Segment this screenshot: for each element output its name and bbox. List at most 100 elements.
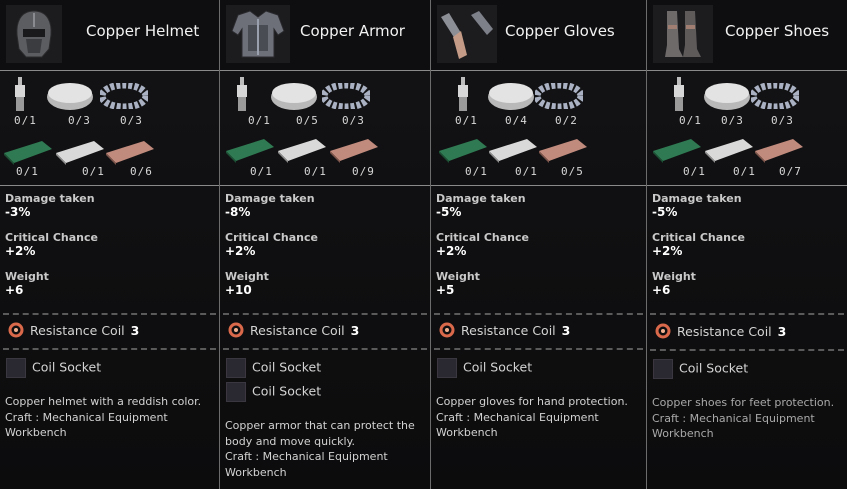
stat-label: Critical Chance xyxy=(225,231,318,244)
socket-slot[interactable] xyxy=(226,382,246,402)
stat-label: Critical Chance xyxy=(436,231,529,244)
material-count: 0/4 xyxy=(505,114,528,127)
stat-value: +2% xyxy=(5,244,36,258)
shoes-icon xyxy=(653,5,713,63)
stat-label: Damage taken xyxy=(436,192,526,205)
stats-list: Damage taken -5% Critical Chance +2% Wei… xyxy=(652,192,843,309)
socket-label: Coil Socket xyxy=(679,360,749,376)
coil-count: 3 xyxy=(350,323,360,338)
item-title: Copper Armor xyxy=(300,22,405,40)
craft-text: Craft : Mechanical Equipment Workbench xyxy=(225,450,388,479)
material-count: 0/1 xyxy=(248,114,271,127)
green-ingot-icon xyxy=(226,137,274,167)
material-count: 0/1 xyxy=(304,165,327,178)
stat-label: Critical Chance xyxy=(5,231,98,244)
coil-socket[interactable]: Coil Socket xyxy=(226,358,321,378)
material-count: 0/5 xyxy=(296,114,319,127)
craft-text: Craft : Mechanical Equipment Workbench xyxy=(652,411,815,441)
material-count: 0/1 xyxy=(14,114,37,127)
spark-plug-icon xyxy=(455,77,471,117)
description-text: Copper armor that can protect the body a… xyxy=(225,419,415,448)
spark-plug-icon xyxy=(234,77,250,117)
materials-panel: 0/1 0/3 0/3 0/1 0/1 0/7 xyxy=(647,71,847,186)
spark-plug-icon xyxy=(12,77,28,117)
divider xyxy=(650,313,844,315)
divider xyxy=(434,348,643,350)
stat-value: +5 xyxy=(436,283,455,297)
divider xyxy=(223,313,427,315)
socket-label: Coil Socket xyxy=(32,359,102,375)
stat-value: -3% xyxy=(5,205,31,219)
coil-socket[interactable]: Coil Socket xyxy=(226,382,321,402)
coil-label: Resistance Coil xyxy=(30,323,125,338)
resistance-coil-row: Resistance Coil 3 xyxy=(655,323,786,342)
socket-label: Coil Socket xyxy=(463,359,533,375)
socket-slot[interactable] xyxy=(437,358,457,378)
stat-label: Weight xyxy=(436,270,480,283)
stats-list: Damage taken -8% Critical Chance +2% Wei… xyxy=(225,192,426,309)
divider xyxy=(3,313,216,315)
description-text: Copper shoes for feet protection. xyxy=(652,396,835,409)
helmet-icon xyxy=(6,5,62,63)
material-count: 0/1 xyxy=(679,114,702,127)
silver-ingot-icon xyxy=(489,137,537,167)
resistance-coil-row: Resistance Coil 3 xyxy=(228,322,359,341)
coil-icon xyxy=(439,322,455,341)
material-count: 0/6 xyxy=(130,165,153,178)
material-count: 0/1 xyxy=(16,165,39,178)
material-count: 0/3 xyxy=(771,114,794,127)
materials-panel: 0/1 0/4 0/2 0/1 0/1 0/5 xyxy=(431,71,646,186)
stat-value: -8% xyxy=(225,205,251,219)
coil-socket[interactable]: Coil Socket xyxy=(437,358,532,378)
ore-disc-icon xyxy=(46,81,94,115)
resistance-coil-row: Resistance Coil 3 xyxy=(439,322,570,341)
stat-label: Damage taken xyxy=(5,192,95,205)
item-header: Copper Helmet xyxy=(0,0,219,71)
gear-ring-icon xyxy=(749,81,801,113)
socket-label: Coil Socket xyxy=(252,383,322,399)
socket-slot[interactable] xyxy=(226,358,246,378)
stat-value: +2% xyxy=(225,244,256,258)
material-count: 0/1 xyxy=(455,114,478,127)
item-card-copper-shoes[interactable]: Copper Shoes 0/1 0/3 0/3 0/1 0/1 0/7 Dam… xyxy=(647,0,847,489)
material-count: 0/1 xyxy=(465,165,488,178)
materials-panel: 0/1 0/3 0/3 0/1 0/1 0/6 xyxy=(0,71,219,186)
item-card-copper-gloves[interactable]: Copper Gloves 0/1 0/4 0/2 0/1 0/1 0/5 Da… xyxy=(431,0,647,489)
item-header: Copper Shoes xyxy=(647,0,847,71)
green-ingot-icon xyxy=(439,137,487,167)
gear-ring-icon xyxy=(533,81,585,113)
ore-disc-icon xyxy=(270,81,318,115)
silver-ingot-icon xyxy=(278,137,326,167)
coil-label: Resistance Coil xyxy=(677,324,772,339)
description-text: Copper helmet with a reddish color. xyxy=(5,395,202,408)
craft-text: Craft : Mechanical Equipment Workbench xyxy=(436,410,599,440)
material-count: 0/7 xyxy=(779,165,802,178)
coil-icon xyxy=(8,322,24,341)
item-card-copper-armor[interactable]: Copper Armor 0/1 0/5 0/3 0/1 0/1 0/9 Dam… xyxy=(220,0,431,489)
coil-label: Resistance Coil xyxy=(461,323,556,338)
stat-label: Damage taken xyxy=(225,192,315,205)
item-card-copper-helmet[interactable]: Copper Helmet 0/1 0/3 0/3 0/1 0/1 0/6 Da… xyxy=(0,0,220,489)
copper-ingot-icon xyxy=(330,137,378,167)
item-title: Copper Helmet xyxy=(86,22,200,40)
divider xyxy=(434,313,643,315)
divider xyxy=(223,348,427,350)
socket-slot[interactable] xyxy=(6,358,26,378)
stat-label: Weight xyxy=(225,270,269,283)
stat-label: Damage taken xyxy=(652,192,742,205)
material-count: 0/1 xyxy=(250,165,273,178)
item-header: Copper Gloves xyxy=(431,0,646,71)
materials-panel: 0/1 0/5 0/3 0/1 0/1 0/9 xyxy=(220,71,430,186)
coil-socket[interactable]: Coil Socket xyxy=(653,359,748,379)
material-count: 0/1 xyxy=(683,165,706,178)
material-count: 0/3 xyxy=(721,114,744,127)
stat-label: Weight xyxy=(5,270,49,283)
coil-icon xyxy=(228,322,244,341)
stats-list: Damage taken -5% Critical Chance +2% Wei… xyxy=(436,192,642,309)
socket-slot[interactable] xyxy=(653,359,673,379)
item-description: Copper shoes for feet protection. Craft … xyxy=(652,395,843,442)
item-header: Copper Armor xyxy=(220,0,430,71)
socket-label: Coil Socket xyxy=(252,359,322,375)
coil-socket[interactable]: Coil Socket xyxy=(6,358,101,378)
material-count: 0/3 xyxy=(120,114,143,127)
